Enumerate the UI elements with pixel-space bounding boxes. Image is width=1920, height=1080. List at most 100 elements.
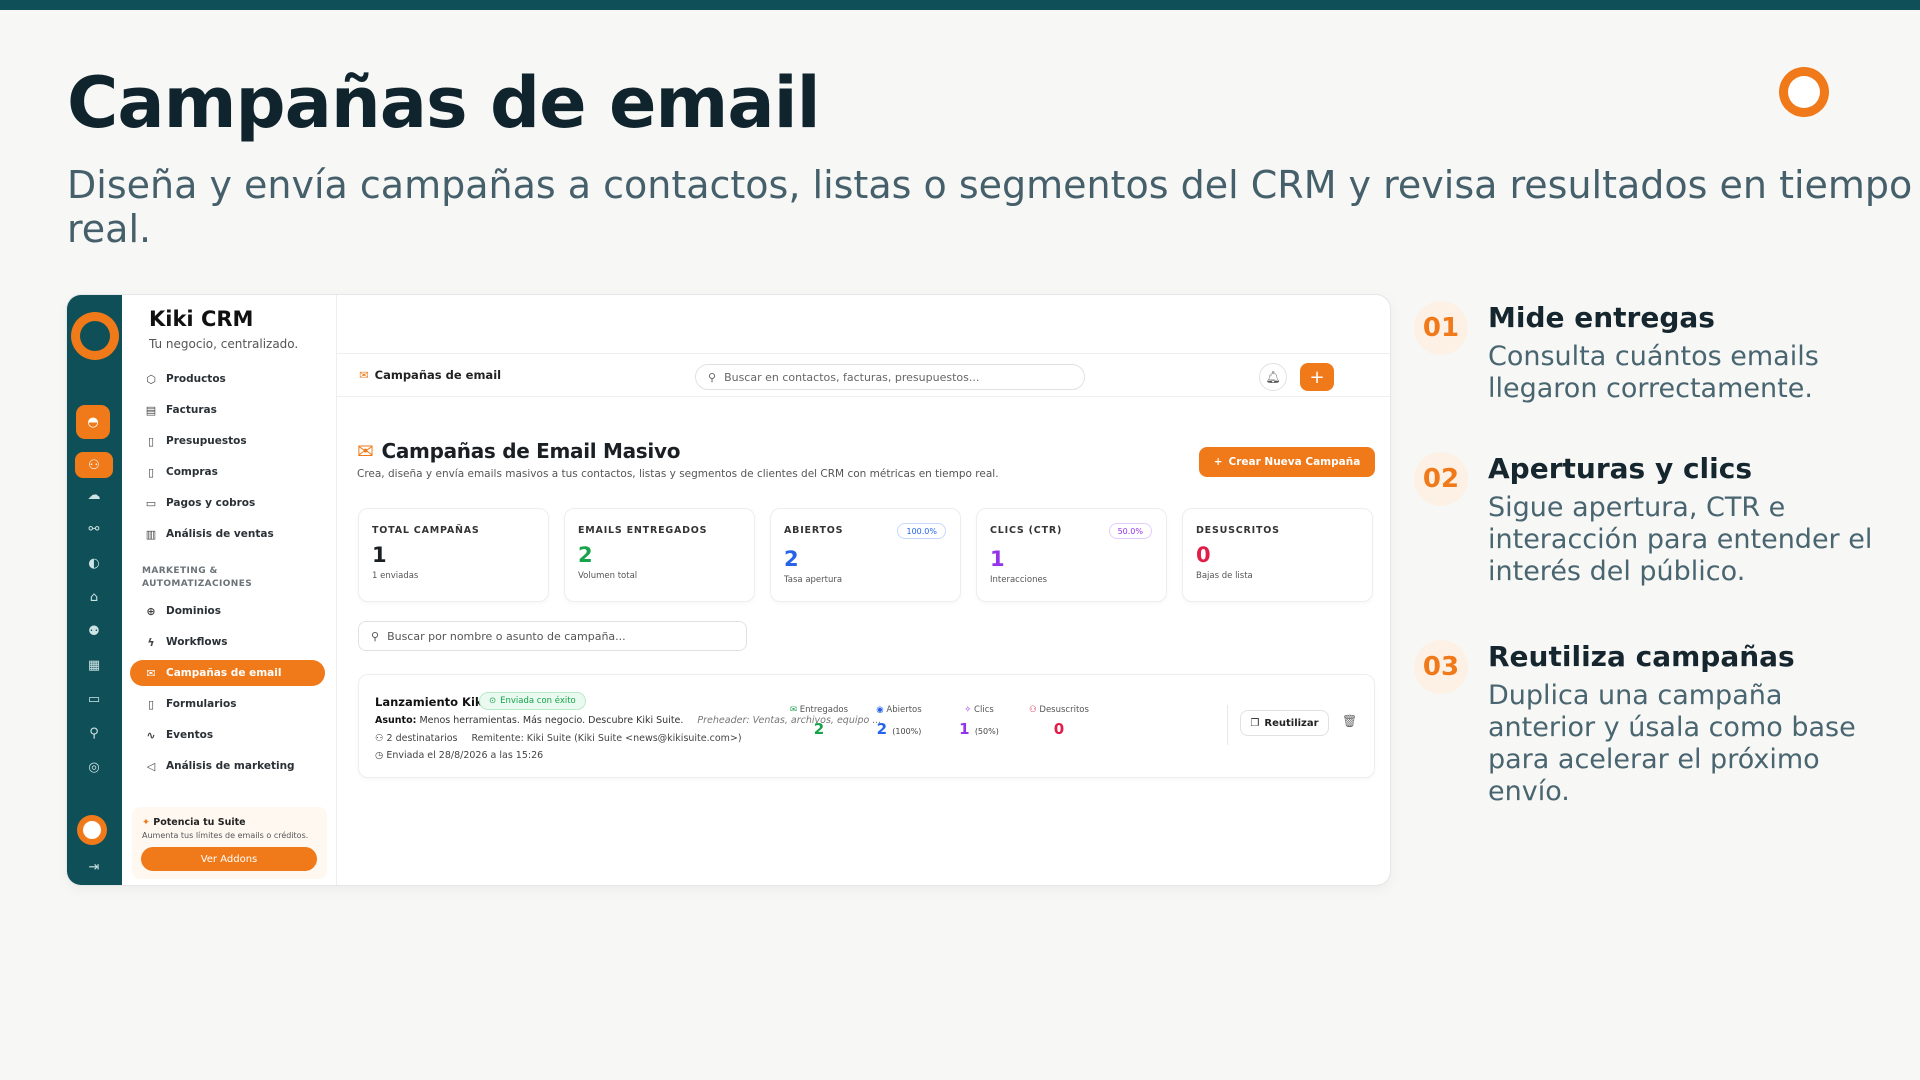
chart-icon: ▥ bbox=[145, 527, 157, 541]
document-icon: ▯ bbox=[147, 434, 155, 448]
trash-icon[interactable]: 🗑︎ bbox=[1342, 714, 1357, 728]
cloud-icon[interactable]: ☁ bbox=[84, 485, 104, 505]
sparkle-icon: ✦ bbox=[142, 817, 154, 828]
sidebar-item-facturas[interactable]: ▤ Facturas bbox=[130, 397, 325, 423]
campaign-meta: ⚇ 2 destinatarios Remitente: Kiki Suite (… bbox=[375, 733, 742, 744]
megaphone-icon: ◁ bbox=[146, 759, 156, 773]
divider bbox=[1227, 705, 1228, 745]
upsell-card: ✦ Potencia tu Suite Aumenta tus límites … bbox=[132, 807, 327, 879]
campaign-name: Lanzamiento Kiki bbox=[375, 695, 487, 709]
feature-title: Aperturas y clics bbox=[1488, 452, 1753, 485]
global-search-input[interactable]: ⚲ Buscar en contactos, facturas, presupue… bbox=[695, 364, 1085, 390]
users-icon[interactable]: ⚉ bbox=[84, 621, 104, 641]
campaign-search-input[interactable]: ⚲ Buscar por nombre o asunto de campaña..… bbox=[358, 621, 747, 651]
globe-icon: ⊕ bbox=[146, 604, 156, 618]
top-header: ✉ Campañas de email ⚲ Buscar en contactos,… bbox=[337, 353, 1390, 397]
metric-desuscritos: ⚇ Desuscritos 0 bbox=[1029, 705, 1089, 738]
sidebar-item-eventos[interactable]: ∿ Eventos bbox=[130, 722, 325, 748]
pulse-icon: ∿ bbox=[146, 728, 156, 742]
check-circle-icon: ⊙ bbox=[489, 696, 497, 706]
palette-icon[interactable]: ◐ bbox=[84, 553, 104, 573]
stat-card-clics: CLICS (CTR) 50.0% 1 Interacciones bbox=[976, 508, 1167, 602]
profile-avatar[interactable] bbox=[77, 815, 107, 845]
rate-badge: 100.0% bbox=[897, 523, 946, 539]
sidebar-item-presupuestos[interactable]: ▯ Presupuestos bbox=[130, 428, 325, 454]
icon-rail: ◓ ⚇ ☁ ⚯ ◐ ⌂ ⚉ ▦ ▭ ⚲ ◎ ⇥ bbox=[67, 295, 122, 885]
mail-icon: ✉ bbox=[146, 666, 156, 680]
mail-icon: ✉ bbox=[357, 439, 374, 463]
contacts-icon[interactable]: ⚇ bbox=[75, 452, 113, 478]
cart-icon: ▯ bbox=[147, 465, 155, 479]
feature-desc: Consulta cuántos emails llegaron correct… bbox=[1488, 341, 1819, 404]
bolt-icon: ϟ bbox=[147, 635, 155, 649]
addons-button[interactable]: Ver Addons bbox=[141, 847, 317, 871]
brand-logo bbox=[1779, 67, 1829, 117]
main-description: Crea, diseña y envía emails masivos a tu… bbox=[357, 468, 999, 480]
apps-icon[interactable]: ▦ bbox=[84, 655, 104, 675]
cat-icon bbox=[1788, 76, 1820, 108]
metric-abiertos: ◉ Abiertos 2 (100%) bbox=[876, 705, 922, 738]
upsell-desc: Aumenta tus límites de emails o créditos… bbox=[142, 831, 309, 840]
feature-number: 02 bbox=[1414, 452, 1468, 506]
sidebar-item-dominios[interactable]: ⊕ Dominios bbox=[130, 598, 325, 624]
house-icon[interactable]: ⌂ bbox=[84, 587, 104, 607]
stat-card-total: TOTAL CAMPAÑAS 1 1 enviadas bbox=[358, 508, 549, 602]
card-icon[interactable]: ▭ bbox=[84, 689, 104, 709]
search-icon: ⚲ bbox=[708, 370, 717, 384]
app-tagline: Tu negocio, centralizado. bbox=[149, 337, 299, 351]
sidebar-item-campanas[interactable]: ✉ Campañas de email bbox=[130, 660, 325, 686]
sidebar-section-label: MARKETING & AUTOMATIZACIONES bbox=[142, 566, 253, 589]
sidebar: Kiki CRM Tu negocio, centralizado. ⬡ Prod… bbox=[122, 295, 337, 885]
quick-add-button[interactable]: + bbox=[1300, 363, 1334, 391]
feature-desc: Duplica una campaña anterior y úsala com… bbox=[1488, 680, 1856, 807]
app-name: Kiki CRM bbox=[149, 307, 254, 331]
sidebar-item-analisis-ventas[interactable]: ▥ Análisis de ventas bbox=[130, 521, 325, 547]
main-title: ✉ Campañas de Email Masivo bbox=[357, 439, 681, 463]
status-badge: ⊙ Enviada con éxito bbox=[479, 692, 586, 710]
reuse-button[interactable]: ❐ Reutilizar bbox=[1240, 710, 1329, 736]
feature-title: Reutiliza campañas bbox=[1488, 640, 1795, 673]
sidebar-item-compras[interactable]: ▯ Compras bbox=[130, 459, 325, 485]
feature-title: Mide entregas bbox=[1488, 301, 1715, 334]
page-title: Campañas de email bbox=[67, 62, 821, 144]
stat-card-abiertos: ABIERTOS 100.0% 2 Tasa apertura bbox=[770, 508, 961, 602]
feature-number: 03 bbox=[1414, 640, 1468, 694]
card-icon: ▭ bbox=[145, 496, 157, 510]
metric-entregados: ✉ Entregados 2 bbox=[789, 705, 849, 738]
feature-desc: Sigue apertura, CTR e interacción para e… bbox=[1488, 492, 1873, 587]
users-icon: ⚇ bbox=[375, 733, 387, 744]
bell-icon[interactable]: 🔔︎ bbox=[1259, 363, 1287, 391]
stat-card-entregados: EMAILS ENTREGADOS 2 Volumen total bbox=[564, 508, 755, 602]
network-icon[interactable]: ⚯ bbox=[84, 519, 104, 539]
create-campaign-button[interactable]: + Crear Nueva Campaña bbox=[1199, 447, 1375, 477]
app-screenshot: ◓ ⚇ ☁ ⚯ ◐ ⌂ ⚉ ▦ ▭ ⚲ ◎ ⇥ Kiki CRM Tu nego… bbox=[67, 295, 1390, 885]
plus-icon: + bbox=[1213, 456, 1223, 468]
top-accent-bar bbox=[0, 0, 1920, 10]
sidebar-item-productos[interactable]: ⬡ Productos bbox=[130, 366, 325, 392]
logout-icon[interactable]: ⇥ bbox=[84, 857, 104, 877]
app-logo[interactable] bbox=[71, 312, 119, 360]
eye-icon: ◉ bbox=[876, 705, 887, 715]
copy-icon: ❐ bbox=[1250, 717, 1260, 729]
stat-card-desuscritos: DESUSCRITOS 0 Bajas de lista bbox=[1182, 508, 1373, 602]
sidebar-item-workflows[interactable]: ϟ Workflows bbox=[130, 629, 325, 655]
search-icon: ⚲ bbox=[371, 629, 380, 643]
home-icon[interactable]: ◓ bbox=[76, 405, 110, 439]
form-icon: ▯ bbox=[147, 697, 155, 711]
breadcrumb: ✉ Campañas de email bbox=[359, 368, 502, 382]
sidebar-item-pagos[interactable]: ▭ Pagos y cobros bbox=[130, 490, 325, 516]
user-settings-icon[interactable]: ⚲ bbox=[84, 723, 104, 743]
sidebar-item-formularios[interactable]: ▯ Formularios bbox=[130, 691, 325, 717]
page-subtitle: Diseña y envía campañas a contactos, lis… bbox=[67, 163, 1913, 251]
sidebar-item-analisis-marketing[interactable]: ◁ Análisis de marketing bbox=[130, 753, 325, 779]
campaign-sent-date: ◷ Enviada el 28/8/2026 a las 15:26 bbox=[375, 750, 544, 761]
invoice-icon: ▤ bbox=[145, 403, 157, 417]
mail-icon: ✉ bbox=[359, 368, 369, 382]
feature-number: 01 bbox=[1414, 301, 1468, 355]
cursor-icon: ✧ bbox=[964, 705, 975, 715]
campaign-row[interactable]: Lanzamiento Kiki ⊙ Enviada con éxito Asun… bbox=[358, 674, 1375, 778]
support-icon[interactable]: ◎ bbox=[84, 757, 104, 777]
box-icon: ⬡ bbox=[146, 372, 156, 386]
user-minus-icon: ⚇ bbox=[1029, 705, 1040, 715]
mail-icon: ✉ bbox=[789, 705, 800, 715]
